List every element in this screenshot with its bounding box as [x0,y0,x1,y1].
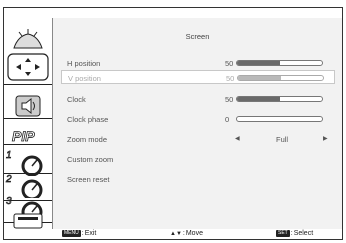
menu-item-label: H position [67,59,101,68]
sidebar-item-picture[interactable] [4,24,52,54]
move-hint: ▲▼ : Move [170,230,203,237]
slider-value: 50 [226,74,235,83]
menu-item-label: V position [68,74,101,83]
advanced-icon [13,213,43,229]
set-key-icon: SET [276,230,290,237]
menu-item-custom-zoom[interactable]: Custom zoom [61,152,335,166]
h-position-slider[interactable] [236,60,323,66]
move-label: Move [185,230,203,237]
divider [4,118,52,119]
select-hint: SET : Select [276,230,314,237]
menu-item-h-position[interactable]: H position 50 [61,56,335,70]
divider [4,84,52,85]
menu-item-label: Zoom mode [67,135,108,144]
exit-label: Exit [84,230,97,237]
picture-icon [13,29,43,49]
audio-icon [15,95,41,117]
sidebar-item-screen[interactable] [4,52,52,82]
menu-item-label: Screen reset [67,175,110,184]
page-title: Screen [185,32,210,41]
menu-item-screen-reset[interactable]: Screen reset [61,172,335,186]
footer-hints: MENU : Exit ▲▼ : Move SET : Select [4,229,342,239]
sidebar: PIP 1 2 3 [4,18,52,229]
slider-value: 50 [225,95,234,104]
sidebar-item-advanced[interactable] [4,210,52,229]
svg-text:PIP: PIP [12,128,35,144]
menu-key-icon: MENU [62,230,81,237]
v-position-slider[interactable] [237,75,324,81]
menu-item-v-position[interactable]: V position 50 [61,70,335,84]
svg-text:2: 2 [5,174,12,185]
left-arrow-icon[interactable]: ◀ [235,135,240,142]
menu-panel: Screen H position 50 V position 50 Clock… [52,18,342,229]
menu-item-label: Clock [67,95,86,104]
move-arrows-icon: ▲▼ [170,230,182,237]
svg-text:3: 3 [6,196,12,207]
osd-screen: PIP 1 2 3 Screen H position 50 V positio… [0,0,346,243]
sidebar-item-audio[interactable] [4,90,52,120]
screen-icon [7,53,49,81]
slider-value: 0 [225,115,230,124]
menu-item-label: Custom zoom [67,155,114,164]
right-arrow-icon[interactable]: ▶ [323,135,328,142]
exit-hint: MENU : Exit [62,230,97,237]
top-bar [4,8,342,18]
svg-text:1: 1 [6,150,12,161]
select-label: Select [293,230,314,237]
menu-item-label: Clock phase [67,115,109,124]
slider-value: 50 [225,59,234,68]
menu-item-clock-phase[interactable]: Clock phase 0 [61,112,335,126]
menu-item-zoom-mode[interactable]: Zoom mode ◀ Full ▶ [61,132,335,146]
zoom-mode-value: Full [276,135,289,144]
clock-phase-slider[interactable] [236,116,323,122]
divider [4,144,52,145]
menu-item-clock[interactable]: Clock 50 [61,92,335,106]
clock-slider[interactable] [236,96,323,102]
